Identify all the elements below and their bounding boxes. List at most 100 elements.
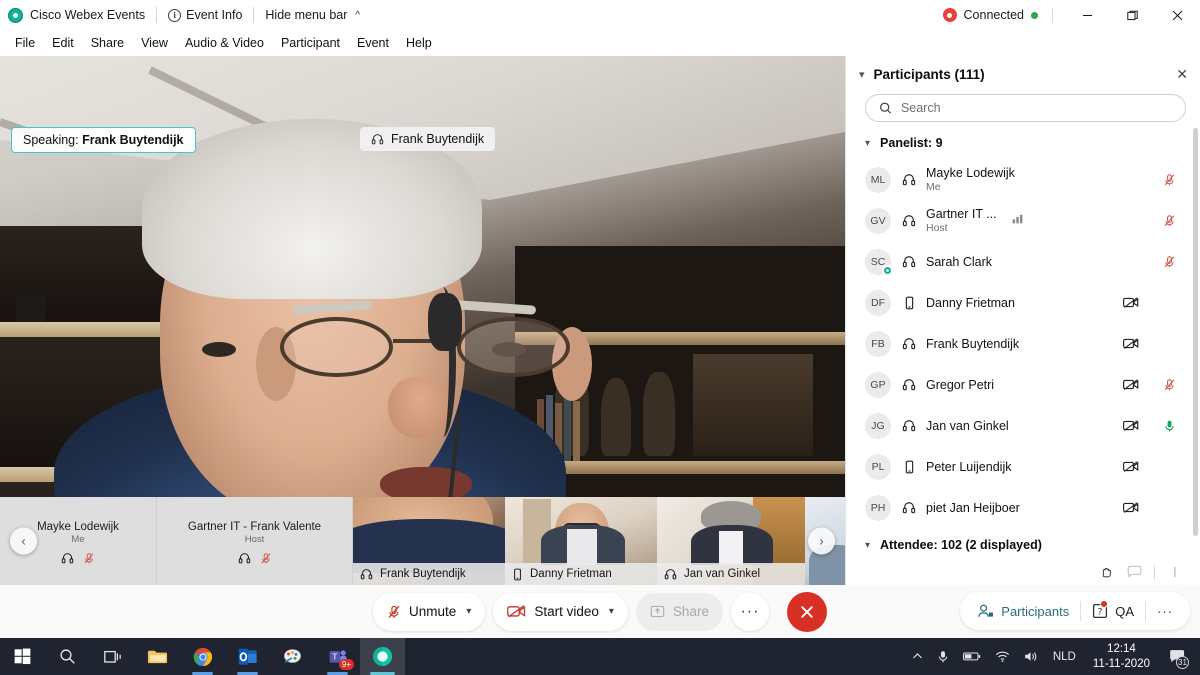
menu-item-file[interactable]: File bbox=[7, 33, 43, 53]
menu-item-share[interactable]: Share bbox=[83, 33, 132, 53]
attendee-group-header[interactable]: ▾ Attendee: 102 (2 displayed) bbox=[846, 532, 1200, 558]
filmstrip-thumb[interactable]: Gartner IT - Frank Valente Host bbox=[157, 497, 353, 585]
video-off-icon[interactable] bbox=[1112, 501, 1150, 514]
mic-active-icon[interactable] bbox=[1150, 419, 1188, 433]
start-button[interactable] bbox=[0, 638, 45, 675]
more-options-icon[interactable] bbox=[1162, 562, 1188, 582]
end-meeting-button[interactable] bbox=[786, 591, 827, 632]
right-more-button[interactable]: ··· bbox=[1146, 592, 1184, 630]
menu-item-help[interactable]: Help bbox=[398, 33, 440, 53]
video-off-icon[interactable] bbox=[1112, 460, 1150, 473]
outlook-button[interactable] bbox=[225, 638, 270, 675]
headset-icon bbox=[901, 337, 917, 351]
headset-icon bbox=[360, 568, 373, 579]
avatar: DF bbox=[865, 289, 891, 316]
menu-item-audio-video[interactable]: Audio & Video bbox=[177, 33, 272, 53]
filmstrip-prev-button[interactable]: ‹ bbox=[10, 527, 37, 555]
chevron-down-icon: ▾ bbox=[865, 137, 871, 149]
minimize-icon bbox=[1083, 14, 1092, 16]
filmstrip-next-button[interactable]: › bbox=[808, 527, 835, 555]
participant-name: Frank Buytendijk bbox=[926, 336, 1020, 351]
webex-taskbar-button[interactable] bbox=[360, 638, 405, 675]
participant-list: ML Mayke Lodewijk Me GV Gartner IT ... H… bbox=[846, 156, 1200, 528]
active-speaker-name: Frank Buytendijk bbox=[391, 132, 485, 146]
start-video-button[interactable]: Start video ▾ bbox=[493, 592, 628, 631]
wifi-icon[interactable] bbox=[988, 650, 1017, 663]
participant-row[interactable]: FB Frank Buytendijk bbox=[846, 323, 1200, 364]
search-box[interactable] bbox=[865, 94, 1186, 122]
unmute-button[interactable]: Unmute ▾ bbox=[373, 592, 486, 631]
headset-icon bbox=[371, 133, 384, 144]
video-off-icon[interactable] bbox=[1112, 337, 1150, 350]
maximize-button[interactable] bbox=[1110, 0, 1155, 30]
filmstrip-thumb[interactable]: Danny Frietman bbox=[505, 497, 657, 585]
clock[interactable]: 12:14 11-11-2020 bbox=[1083, 642, 1160, 671]
glasses-icon bbox=[280, 317, 570, 379]
teams-button[interactable]: T 9+ bbox=[315, 638, 360, 675]
main-video-stage[interactable]: Speaking: Frank Buytendijk Frank Buytend… bbox=[0, 56, 845, 585]
info-icon: i bbox=[168, 8, 182, 22]
clock-date: 11-11-2020 bbox=[1092, 657, 1150, 670]
mic-muted-icon[interactable] bbox=[1150, 173, 1188, 187]
chat-icon[interactable] bbox=[1121, 562, 1147, 582]
video-off-icon[interactable] bbox=[1112, 296, 1150, 309]
avatar: SC bbox=[865, 248, 893, 276]
avatar: JG bbox=[865, 412, 891, 439]
panel-scrollbar[interactable] bbox=[1193, 128, 1198, 536]
participants-button[interactable]: Participants bbox=[966, 592, 1080, 630]
minimize-button[interactable] bbox=[1065, 0, 1110, 30]
chevron-down-icon[interactable]: ▾ bbox=[859, 68, 865, 81]
avatar-initials: DF bbox=[871, 296, 885, 309]
avatar: PL bbox=[865, 453, 891, 480]
chevron-down-icon[interactable]: ▾ bbox=[609, 606, 614, 617]
close-panel-button[interactable]: ✕ bbox=[1176, 66, 1188, 83]
search-container bbox=[846, 92, 1200, 130]
participants-panel-title: Participants (111) bbox=[873, 66, 985, 82]
event-info-button[interactable]: i Event Info bbox=[168, 8, 242, 22]
video-off-icon[interactable] bbox=[1112, 378, 1150, 391]
battery-icon[interactable] bbox=[956, 651, 988, 662]
filmstrip-thumb-active[interactable]: Jan van Ginkel bbox=[657, 497, 805, 585]
attendee-group-label: Attendee: 102 (2 displayed) bbox=[880, 538, 1042, 552]
participant-row[interactable]: GP Gregor Petri bbox=[846, 364, 1200, 405]
menu-item-view[interactable]: View bbox=[133, 33, 176, 53]
task-view-button[interactable] bbox=[90, 638, 135, 675]
participant-row[interactable]: PH piet Jan Heijboer bbox=[846, 487, 1200, 528]
show-hidden-icons-button[interactable] bbox=[905, 651, 930, 662]
mic-muted-icon[interactable] bbox=[1150, 214, 1188, 228]
language-indicator[interactable]: NLD bbox=[1046, 651, 1083, 663]
menu-item-event[interactable]: Event bbox=[349, 33, 397, 53]
panelist-group-header[interactable]: ▾ Panelist: 9 bbox=[846, 130, 1200, 156]
raise-hand-icon[interactable] bbox=[1093, 562, 1119, 582]
paint-button[interactable] bbox=[270, 638, 315, 675]
close-window-button[interactable] bbox=[1155, 0, 1200, 30]
chevron-down-icon: ▾ bbox=[865, 539, 871, 551]
menu-item-participant[interactable]: Participant bbox=[273, 33, 348, 53]
microphone-tray-icon[interactable] bbox=[930, 650, 956, 664]
video-off-icon[interactable] bbox=[1112, 419, 1150, 432]
filmstrip-thumb[interactable]: Frank Buytendijk bbox=[353, 497, 505, 585]
participant-row[interactable]: JG Jan van Ginkel bbox=[846, 405, 1200, 446]
action-center-button[interactable]: 31 bbox=[1160, 648, 1194, 669]
chevron-down-icon[interactable]: ▾ bbox=[466, 606, 471, 617]
search-button[interactable] bbox=[45, 638, 90, 675]
volume-icon[interactable] bbox=[1017, 650, 1046, 663]
participant-row[interactable]: GV Gartner IT ... Host bbox=[846, 200, 1200, 241]
file-explorer-button[interactable] bbox=[135, 638, 180, 675]
mic-muted-icon[interactable] bbox=[1150, 378, 1188, 392]
participant-row[interactable]: PL Peter Luijendijk bbox=[846, 446, 1200, 487]
speaking-indicator: Speaking: Frank Buytendijk bbox=[11, 127, 196, 153]
qa-button[interactable]: ? QA bbox=[1081, 592, 1145, 630]
webex-icon bbox=[372, 646, 393, 667]
menu-item-edit[interactable]: Edit bbox=[44, 33, 82, 53]
participant-row[interactable]: SC Sarah Clark bbox=[846, 241, 1200, 282]
participant-row[interactable]: ML Mayke Lodewijk Me bbox=[846, 159, 1200, 200]
participant-row[interactable]: DF Danny Frietman bbox=[846, 282, 1200, 323]
divider bbox=[1052, 7, 1053, 23]
more-controls-button[interactable]: ··· bbox=[730, 592, 769, 631]
search-input[interactable] bbox=[900, 101, 1172, 115]
hide-menu-bar-button[interactable]: Hide menu bar ^ bbox=[265, 8, 360, 22]
mic-muted-icon[interactable] bbox=[1150, 255, 1188, 269]
chrome-button[interactable] bbox=[180, 638, 225, 675]
mobile-icon bbox=[901, 460, 917, 474]
